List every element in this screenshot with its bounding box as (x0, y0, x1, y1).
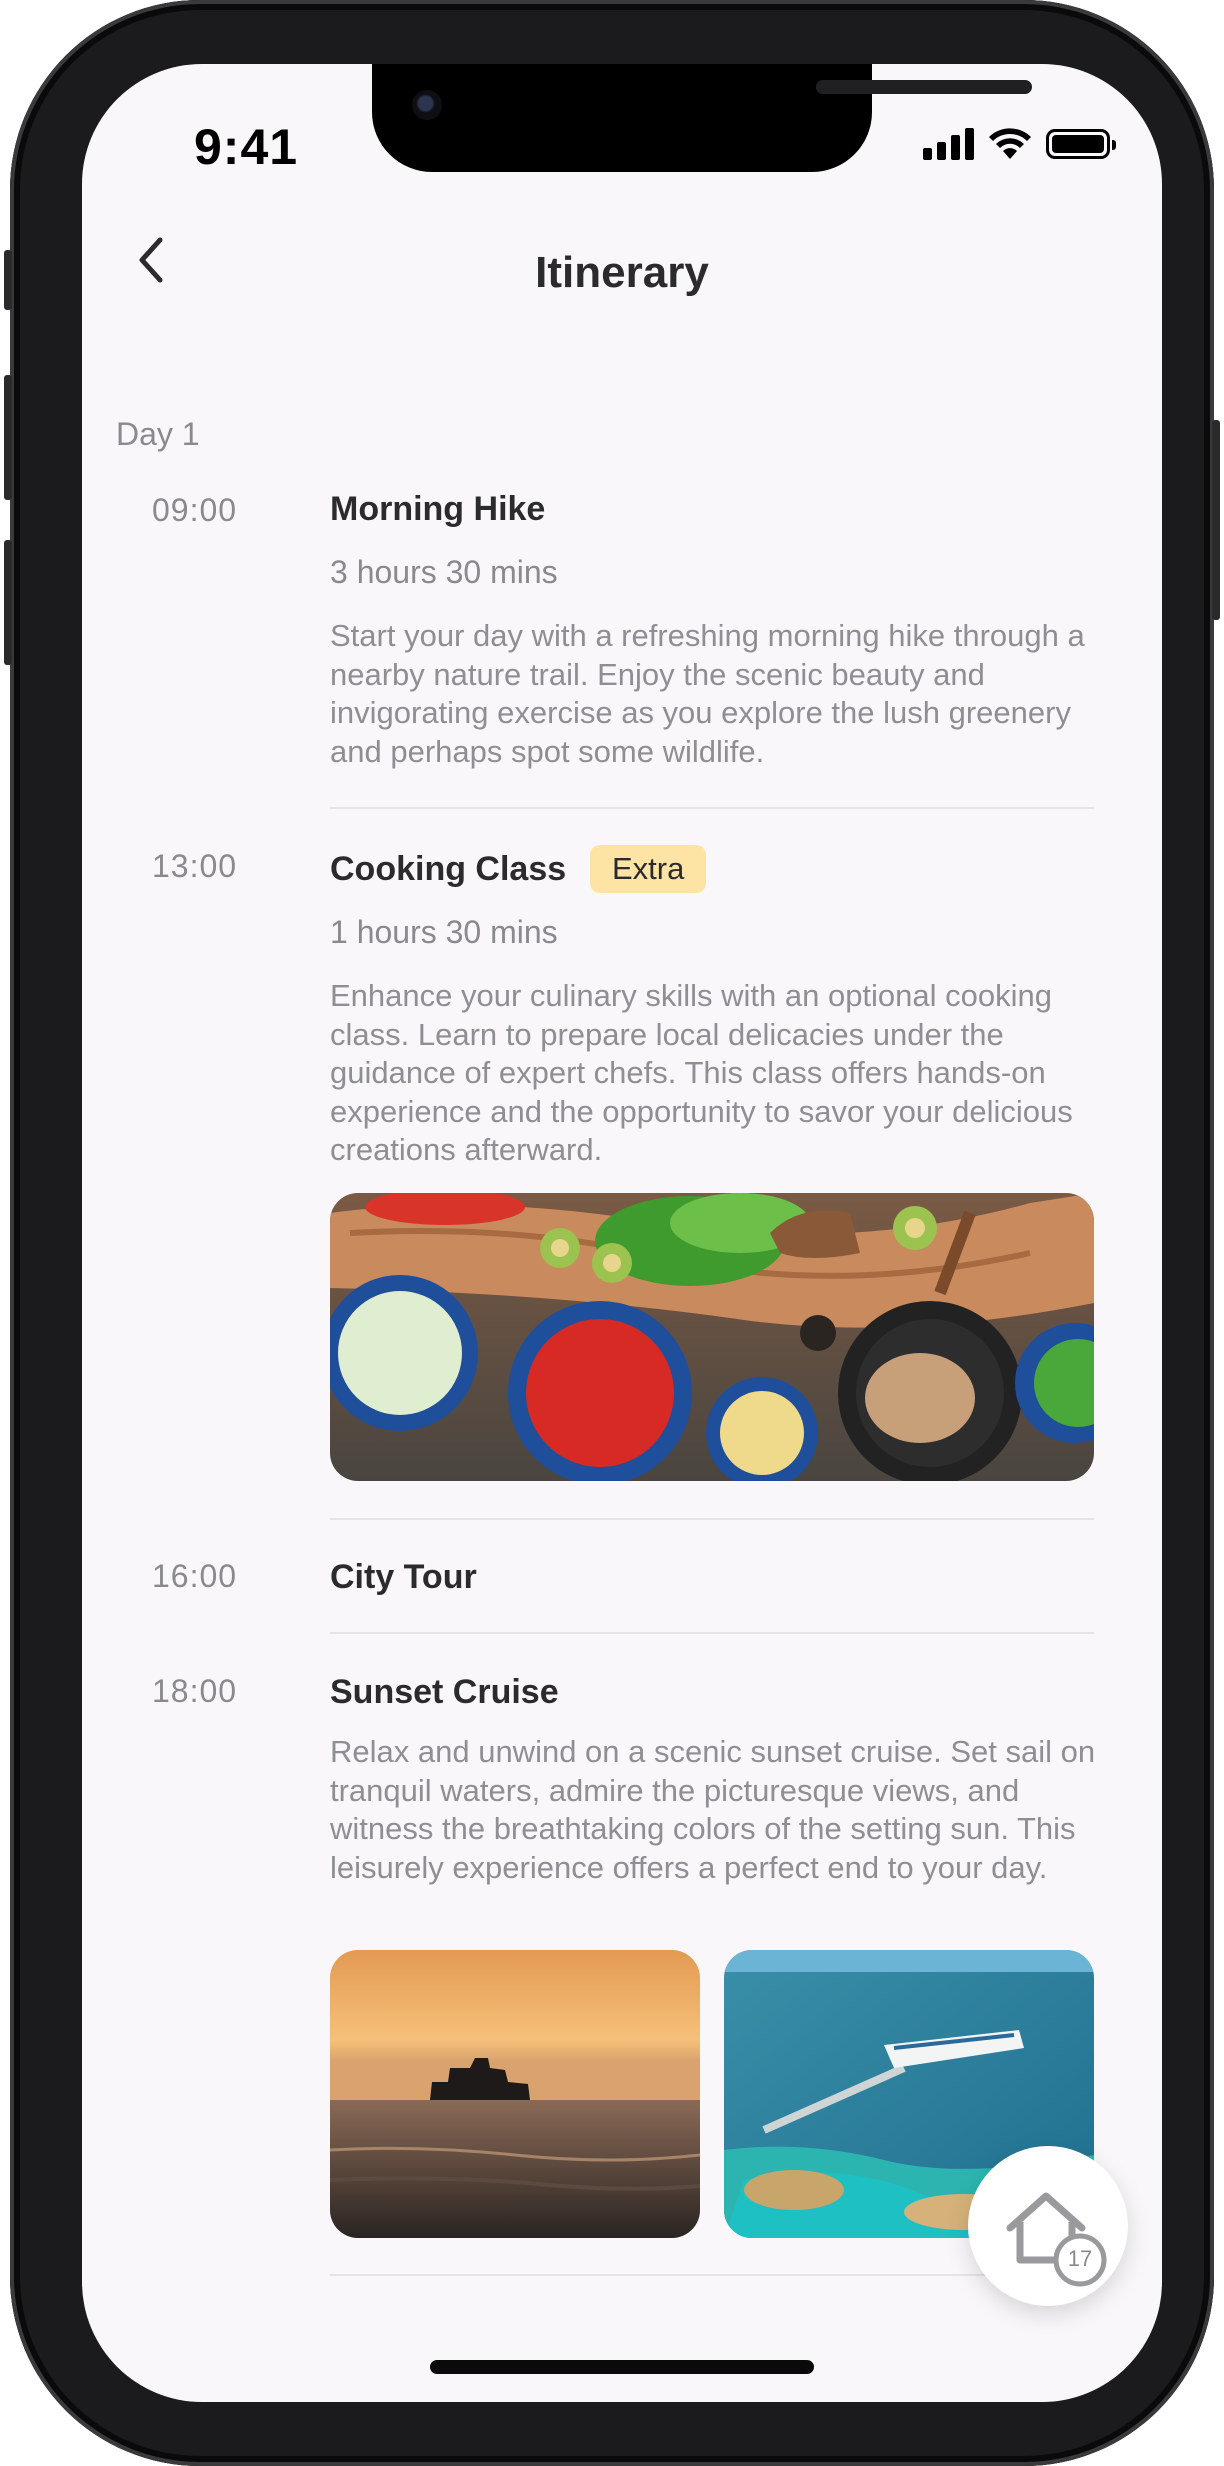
battery-icon (1046, 129, 1116, 159)
cellular-signal-icon (923, 128, 974, 160)
activity-description: Relax and unwind on a scenic sunset crui… (330, 1734, 1096, 1885)
activity-description: Start your day with a refreshing morning… (330, 618, 1085, 769)
cooking-class-photo[interactable] (330, 1193, 1094, 1481)
activity-time: 09:00 (152, 492, 238, 528)
divider (330, 1518, 1094, 1520)
volume-down-button (4, 540, 12, 665)
activity-time: 13:00 (152, 848, 238, 884)
screen: 9:41 Itinerary Day 1 09:00 Morning Hike … (82, 64, 1162, 2402)
sunset-cruise-photo[interactable] (330, 1950, 700, 2238)
home-icon (1006, 2192, 1107, 2287)
activity-title: Cooking Class (330, 850, 567, 888)
home-count: 17 (1067, 2246, 1093, 2271)
activity-title: Sunset Cruise (330, 1673, 559, 1711)
activity-description: Enhance your culinary skills with an opt… (330, 978, 1073, 1167)
activity-duration: 3 hours 30 mins (330, 554, 558, 590)
activity-title: City Tour (330, 1558, 477, 1596)
extra-badge: Extra (590, 845, 707, 893)
notch (372, 64, 1032, 172)
day-label: Day 1 (116, 416, 200, 452)
activity-time: 18:00 (152, 1673, 238, 1709)
silent-switch (4, 250, 12, 310)
camera (412, 90, 442, 120)
status-time: 9:41 (194, 119, 299, 175)
power-button (1212, 420, 1220, 620)
status-icons (923, 126, 1116, 162)
wifi-icon (989, 128, 1031, 159)
activity-duration: 1 hours 30 mins (330, 914, 558, 950)
speaker (816, 80, 1032, 94)
volume-up-button (4, 375, 12, 500)
phone-frame: 9:41 Itinerary Day 1 09:00 Morning Hike … (4, 0, 1220, 2466)
home-floating-button[interactable]: 17 (968, 2146, 1128, 2306)
divider (330, 807, 1094, 809)
home-indicator[interactable] (430, 2360, 814, 2374)
activity-time: 16:00 (152, 1558, 238, 1594)
page-title: Itinerary (535, 248, 709, 297)
divider (330, 1632, 1094, 1634)
activity-title: Morning Hike (330, 490, 546, 528)
